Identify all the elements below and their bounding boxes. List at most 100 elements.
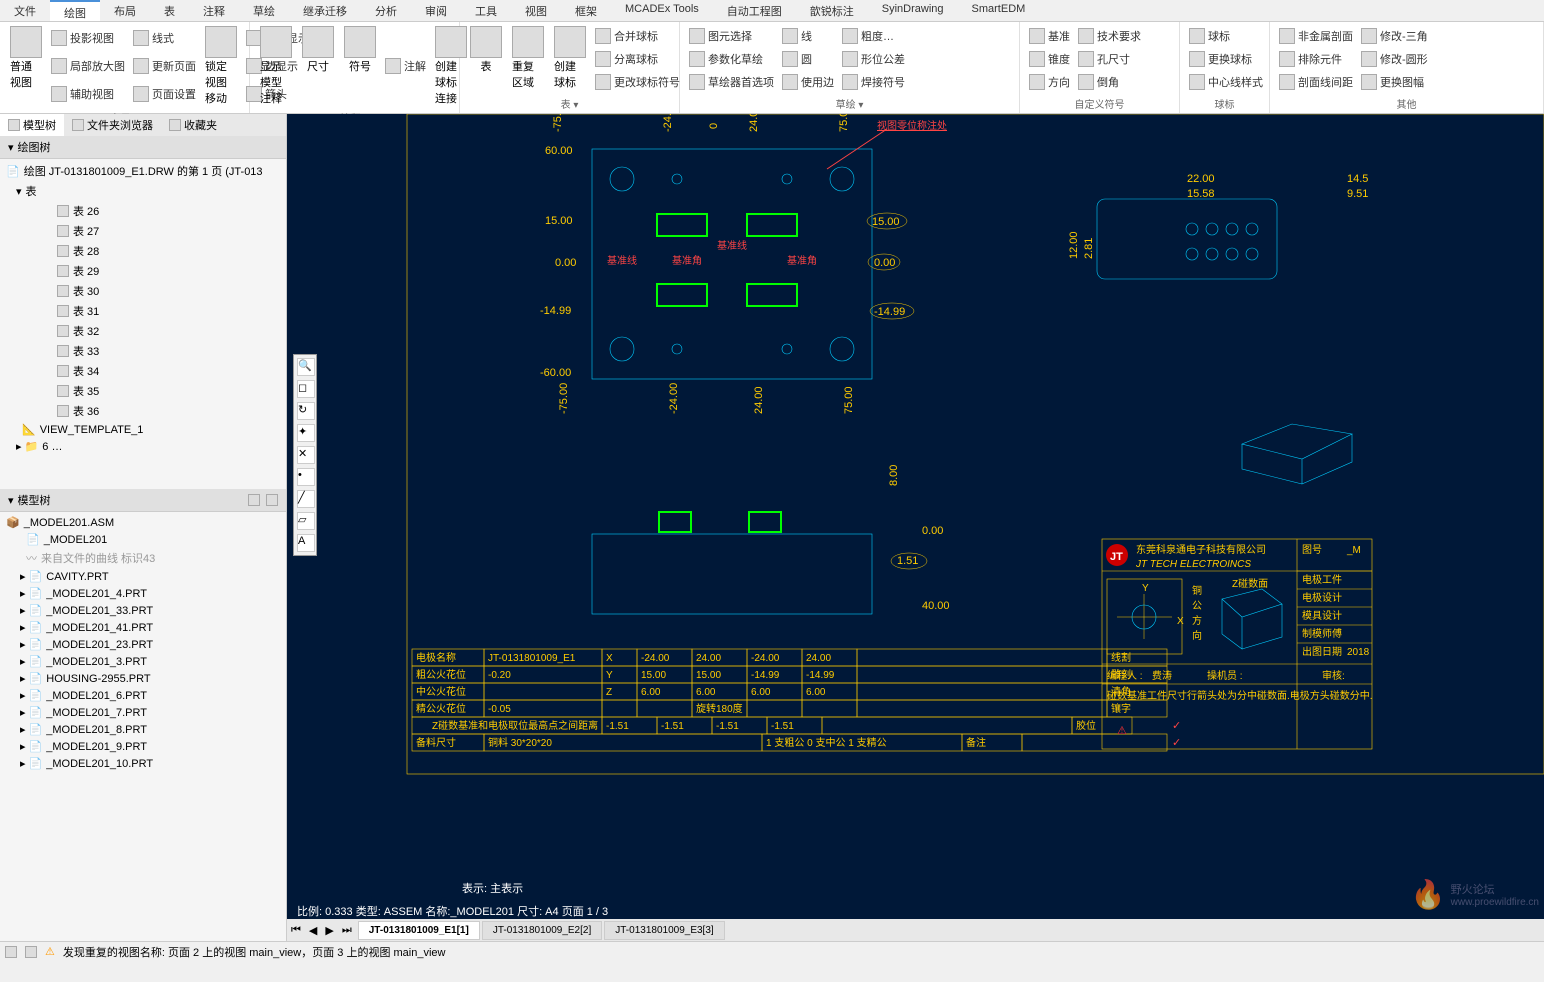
model-item[interactable]: ▸ 📄 _MODEL201_33.PRT	[2, 602, 284, 619]
menu-9[interactable]: 工具	[461, 0, 511, 21]
filter-icon[interactable]	[266, 494, 278, 506]
weld-btn[interactable]: 焊接符号	[839, 73, 908, 91]
split-balloon[interactable]: 分离球标	[592, 50, 683, 68]
doc-tab-3[interactable]: JT-0131801009_E3[3]	[604, 921, 724, 940]
tree-item[interactable]: 表 36	[2, 401, 284, 421]
menu-8[interactable]: 审阅	[411, 0, 461, 21]
menu-0[interactable]: 文件	[0, 0, 50, 21]
swap-balloon[interactable]: 更换球标	[1186, 50, 1266, 68]
model-item[interactable]: ▸ 📄 _MODEL201_4.PRT	[2, 585, 284, 602]
lock-view-btn[interactable]: 锁定视图移动	[201, 24, 241, 108]
param-sketch[interactable]: 参数化草绘	[686, 50, 777, 68]
geotol-btn[interactable]: 形位公差	[839, 50, 908, 68]
menu-2[interactable]: 布局	[100, 0, 150, 21]
page-setup-btn[interactable]: 页面设置	[130, 85, 199, 103]
tree-item[interactable]: 表 31	[2, 301, 284, 321]
dim-btn[interactable]: 尺寸	[298, 24, 338, 108]
rough-btn[interactable]: 粗度…	[839, 27, 908, 45]
model-item[interactable]: ▸ 📄 _MODEL201_8.PRT	[2, 721, 284, 738]
merge-balloon[interactable]: 合并球标	[592, 27, 683, 45]
tree-item[interactable]: 表 30	[2, 281, 284, 301]
taper-btn[interactable]: 锥度	[1026, 50, 1073, 68]
mod-tri[interactable]: 修改-三角	[1358, 27, 1431, 45]
change-balloon[interactable]: 更改球标符号	[592, 73, 683, 91]
tree-item[interactable]: 表 32	[2, 321, 284, 341]
doc-tab-1[interactable]: JT-0131801009_E1[1]	[358, 921, 480, 940]
panel-tab-0[interactable]: 模型树	[0, 114, 64, 136]
balloon3[interactable]: 球标	[1186, 27, 1266, 45]
menu-4[interactable]: 注释	[189, 0, 239, 21]
menu-16[interactable]: SmartEDM	[958, 0, 1040, 21]
nonmetal[interactable]: 非金属剖面	[1276, 27, 1356, 45]
elem-select[interactable]: 图元选择	[686, 27, 777, 45]
tree-tables[interactable]: ▾ 表	[2, 181, 284, 201]
normal-view-btn[interactable]: 普通视图	[6, 24, 46, 108]
exclude[interactable]: 排除元件	[1276, 50, 1356, 68]
line-btn[interactable]: 线	[779, 27, 837, 45]
tab-first-icon[interactable]: ⏮	[287, 924, 305, 937]
panel-tab-1[interactable]: 文件夹浏览器	[64, 114, 161, 136]
mod-circ[interactable]: 修改-圆形	[1358, 50, 1431, 68]
sketch-pref[interactable]: 草绘器首选项	[686, 73, 777, 91]
circle-btn[interactable]: 圆	[779, 50, 837, 68]
aux-view-btn[interactable]: 辅助视图	[48, 85, 128, 103]
status-icon-2[interactable]	[25, 946, 37, 958]
dir-btn[interactable]: 方向	[1026, 73, 1073, 91]
show-model-btn[interactable]: 显示模型注释	[256, 24, 296, 108]
symbol-btn[interactable]: 符号	[340, 24, 380, 108]
model-item[interactable]: 〰 来自文件的曲线 标识43	[2, 548, 284, 568]
menu-11[interactable]: 框架	[561, 0, 611, 21]
model-item[interactable]: ▸ 📄 CAVITY.PRT	[2, 568, 284, 585]
update-page-btn[interactable]: 更新页面	[130, 57, 199, 75]
table-btn[interactable]: 表	[466, 24, 506, 94]
note-btn[interactable]: 注解	[382, 57, 429, 75]
tree-item[interactable]: 表 35	[2, 381, 284, 401]
tree-item[interactable]: 表 26	[2, 201, 284, 221]
model-item[interactable]: 📄 _MODEL201	[2, 531, 284, 548]
status-icon-1[interactable]	[5, 946, 17, 958]
centerline[interactable]: 中心线样式	[1186, 73, 1266, 91]
tree-item[interactable]: 表 34	[2, 361, 284, 381]
model-item[interactable]: ▸ 📄 _MODEL201_10.PRT	[2, 755, 284, 772]
menu-15[interactable]: SyinDrawing	[868, 0, 958, 21]
use-edge[interactable]: 使用边	[779, 73, 837, 91]
model-item[interactable]: ▸ 📄 _MODEL201_23.PRT	[2, 636, 284, 653]
menu-5[interactable]: 草绘	[239, 0, 289, 21]
tab-last-icon[interactable]: ⏭	[338, 924, 356, 937]
menu-7[interactable]: 分析	[361, 0, 411, 21]
panel-tab-2[interactable]: 收藏夹	[161, 114, 225, 136]
menu-6[interactable]: 继承迁移	[289, 0, 361, 21]
tree-viewtpl[interactable]: 📐 VIEW_TEMPLATE_1	[2, 421, 284, 438]
drawing-canvas[interactable]: 🔍 ◻ ↻ ✦ ✕ • ╱ ▱ A 基准线 基准角 基准线 基准角	[287, 114, 1544, 941]
menu-3[interactable]: 表	[150, 0, 189, 21]
model-item[interactable]: ▸ 📄 HOUSING-2955.PRT	[2, 670, 284, 687]
chamfer-btn[interactable]: 倒角	[1075, 73, 1144, 91]
tree-6[interactable]: ▸ 📁 6 …	[2, 438, 284, 455]
tab-prev-icon[interactable]: ◀	[305, 924, 321, 937]
model-item[interactable]: ▸ 📄 _MODEL201_9.PRT	[2, 738, 284, 755]
menu-13[interactable]: 自动工程图	[713, 0, 796, 21]
model-item[interactable]: ▸ 📄 _MODEL201_41.PRT	[2, 619, 284, 636]
model-item[interactable]: ▸ 📄 _MODEL201_6.PRT	[2, 687, 284, 704]
model-item[interactable]: ▸ 📄 _MODEL201_3.PRT	[2, 653, 284, 670]
line-style-btn[interactable]: 线式	[130, 29, 199, 47]
model-root[interactable]: 📦 _MODEL201.ASM	[2, 514, 284, 531]
draw-tree-header[interactable]: ▾ 绘图树	[0, 136, 286, 159]
datum-btn[interactable]: 基准	[1026, 27, 1073, 45]
model-tree-header[interactable]: ▾ 模型树	[0, 489, 286, 512]
tree-item[interactable]: 表 29	[2, 261, 284, 281]
gear-icon[interactable]	[248, 494, 260, 506]
draw-tree-root[interactable]: 📄 绘图 JT-0131801009_E1.DRW 的第 1 页 (JT-013	[2, 161, 284, 181]
swap-frame[interactable]: 更换图幅	[1358, 73, 1431, 91]
menu-14[interactable]: 歆锐标注	[796, 0, 868, 21]
tab-next-icon[interactable]: ▶	[321, 924, 337, 937]
menu-12[interactable]: MCADEx Tools	[611, 0, 713, 21]
repeat-region-btn[interactable]: 重复区域	[508, 24, 548, 94]
tree-item[interactable]: 表 27	[2, 221, 284, 241]
model-item[interactable]: ▸ 📄 _MODEL201_7.PRT	[2, 704, 284, 721]
tree-item[interactable]: 表 28	[2, 241, 284, 261]
hatch-spacing[interactable]: 剖面线间距	[1276, 73, 1356, 91]
doc-tab-2[interactable]: JT-0131801009_E2[2]	[482, 921, 602, 940]
create-balloon2-btn[interactable]: 创建球标	[550, 24, 590, 94]
menu-1[interactable]: 绘图	[50, 0, 100, 21]
